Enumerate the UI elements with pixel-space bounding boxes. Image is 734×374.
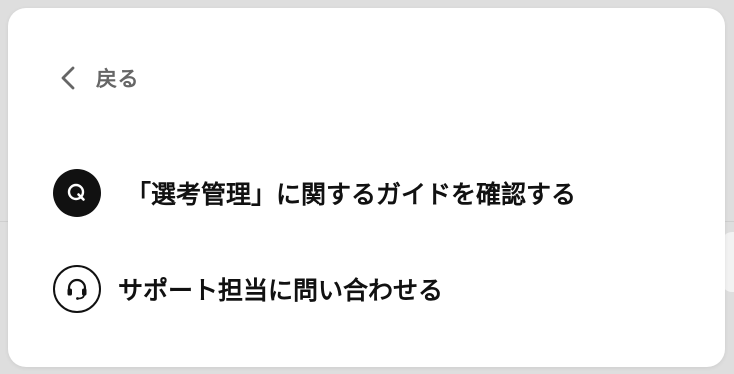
- support-menu-label: サポート担当に問い合わせる: [118, 276, 444, 305]
- back-label: 戻る: [96, 67, 139, 91]
- support-menu-item[interactable]: サポート担当に問い合わせる: [53, 264, 443, 314]
- help-menu-panel: 戻る 「選考管理」に関するガイドを確認する サポート担当に問い合わせる: [8, 8, 725, 367]
- chevron-left-icon: [58, 64, 78, 92]
- q-guide-icon: [53, 169, 101, 217]
- headset-icon: [53, 265, 101, 313]
- back-button[interactable]: 戻る: [58, 60, 139, 96]
- guide-menu-label: 「選考管理」に関するガイドを確認する: [126, 180, 577, 209]
- guide-menu-item[interactable]: 「選考管理」に関するガイドを確認する: [53, 168, 576, 218]
